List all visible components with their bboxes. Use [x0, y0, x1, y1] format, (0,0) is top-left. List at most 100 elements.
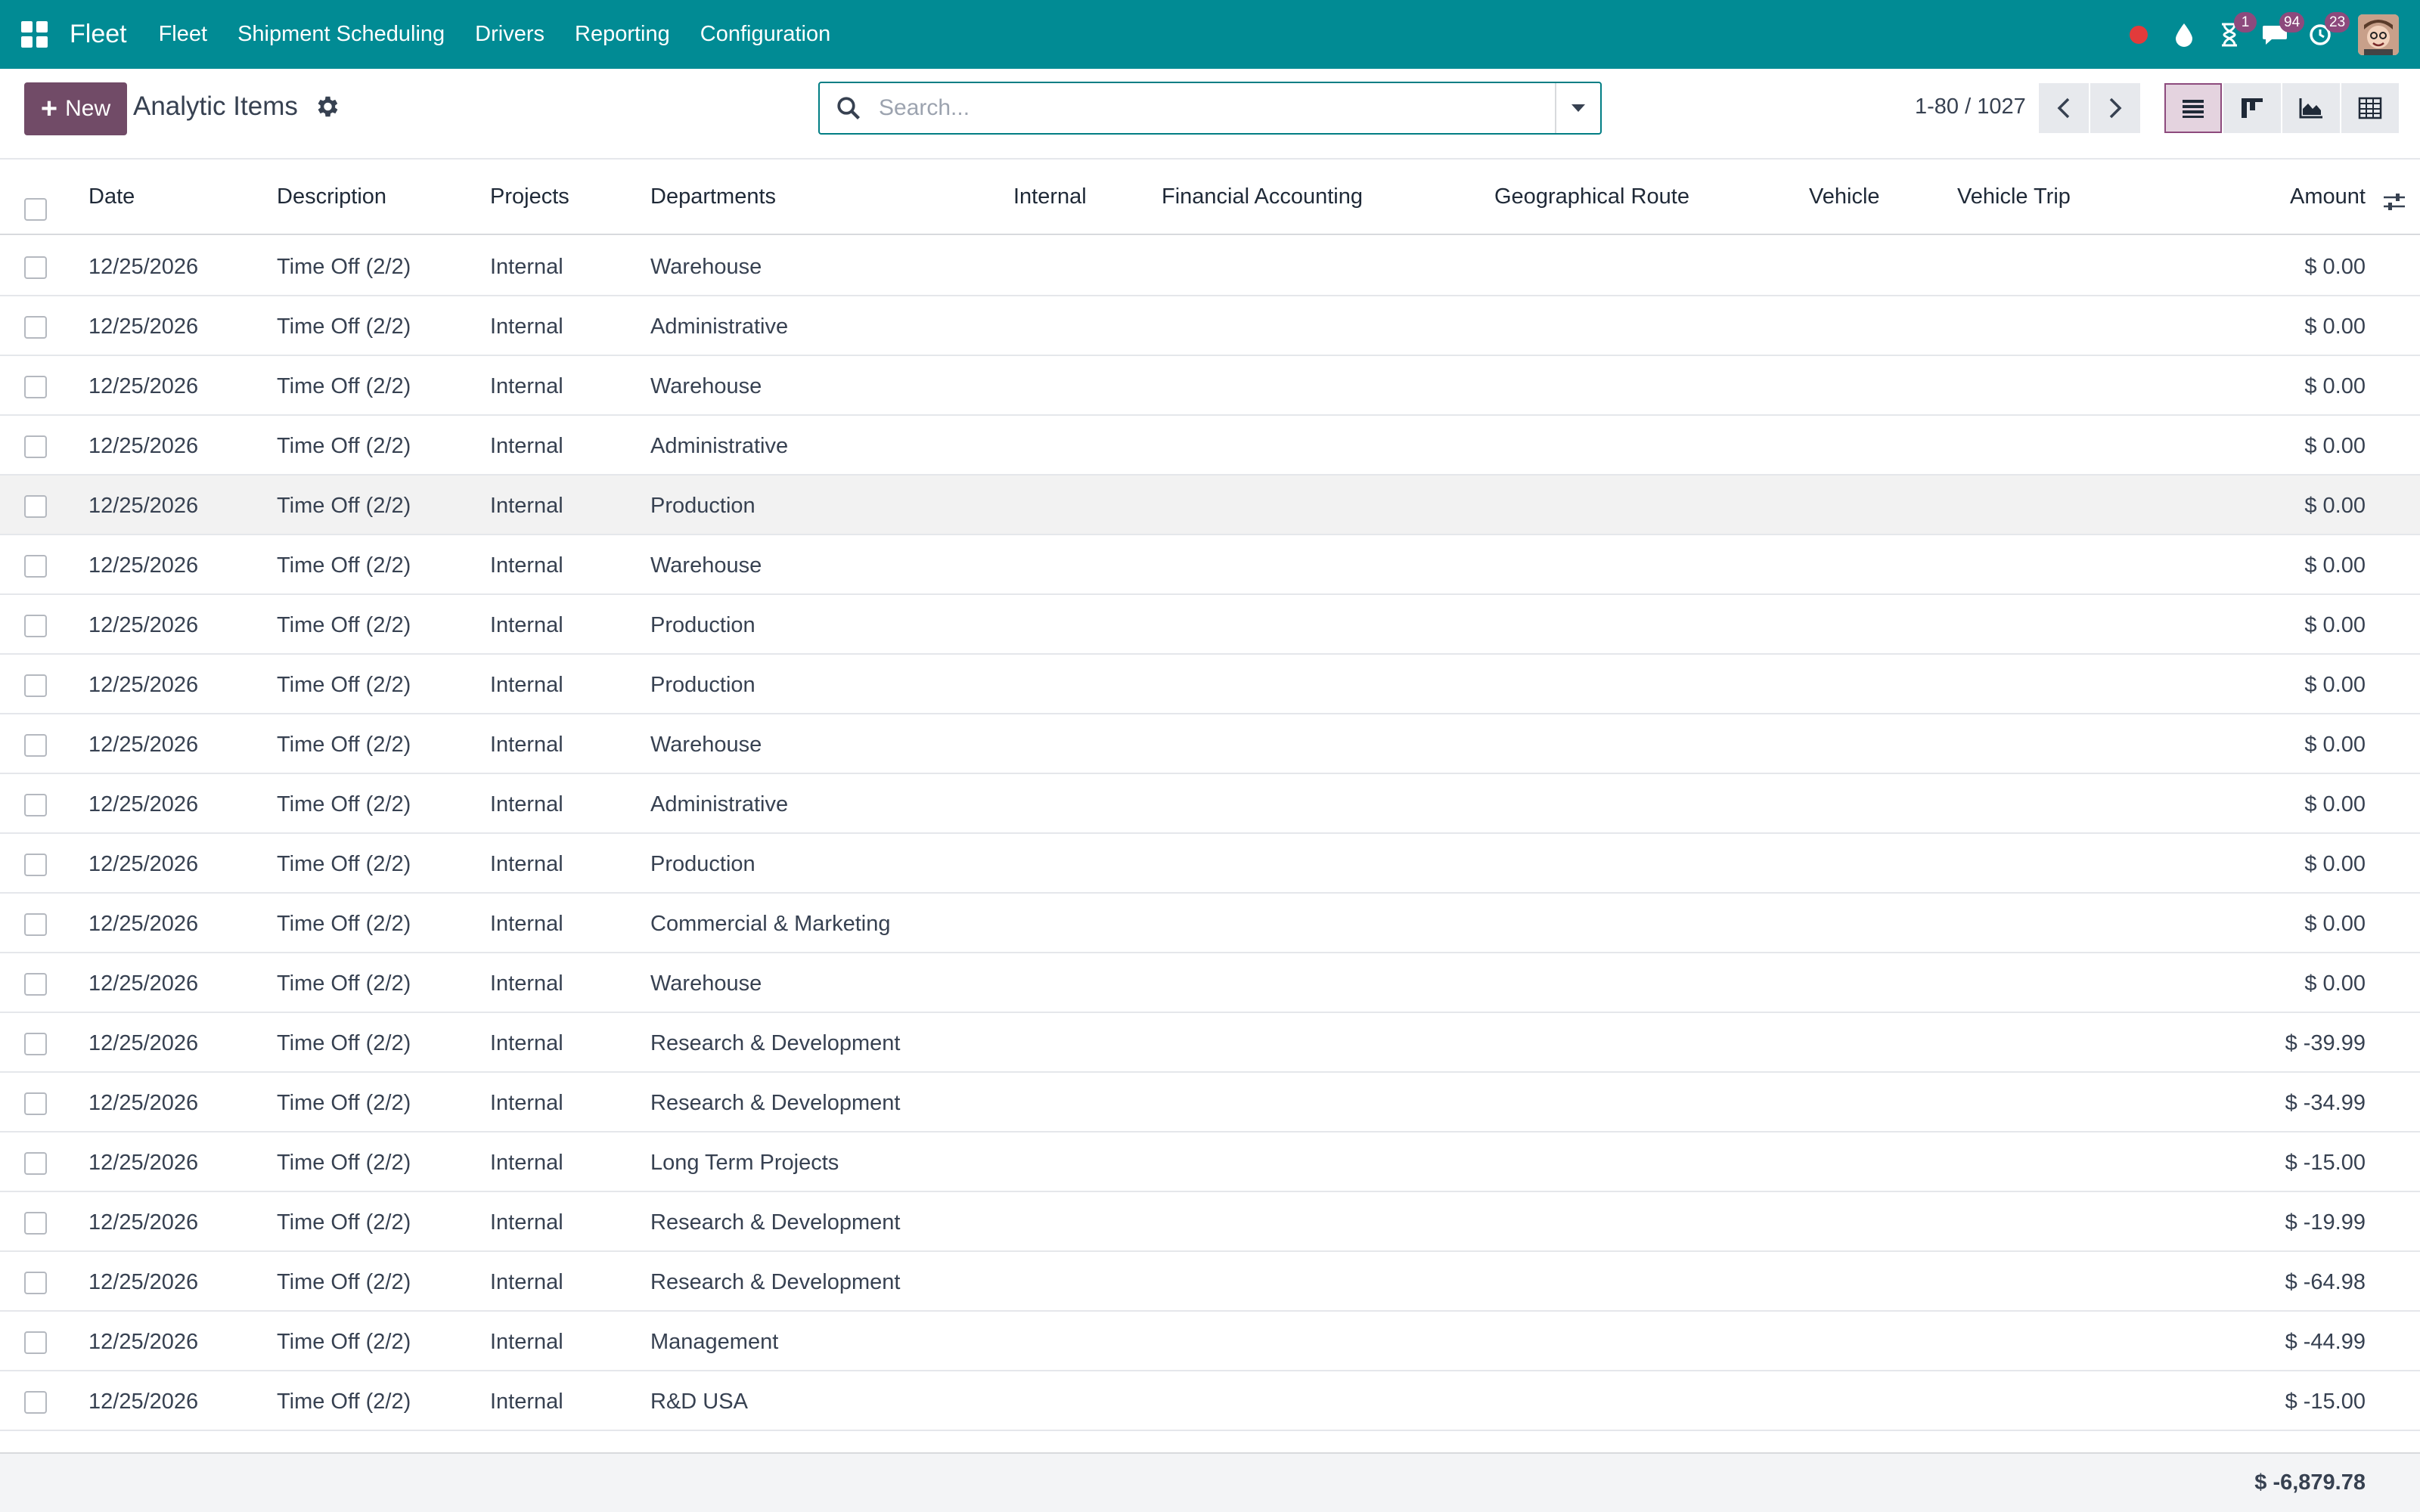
column-geographical-route[interactable]: Geographical Route: [1494, 184, 1689, 209]
row-checkbox[interactable]: [24, 615, 47, 637]
column-projects[interactable]: Projects: [490, 184, 569, 209]
row-checkbox[interactable]: [24, 316, 47, 339]
table-row[interactable]: 12/25/2026 Time Off (2/2) Internal R&D USA $…: [0, 1371, 2420, 1431]
row-checkbox[interactable]: [24, 1272, 47, 1294]
column-vehicle[interactable]: Vehicle: [1809, 184, 1880, 209]
row-checkbox[interactable]: [24, 674, 47, 697]
cell-date: 12/25/2026: [88, 733, 199, 757]
pager-next-button[interactable]: [2090, 83, 2140, 133]
column-financial-accounting[interactable]: Financial Accounting: [1162, 184, 1363, 209]
kanban-view-icon: [2242, 98, 2263, 118]
updates-clock-icon[interactable]: 23: [2297, 0, 2350, 69]
column-date[interactable]: Date: [88, 184, 135, 209]
row-checkbox[interactable]: [24, 256, 47, 279]
row-checkbox[interactable]: [24, 1391, 47, 1414]
menu-drivers[interactable]: Drivers: [460, 22, 560, 47]
table-row[interactable]: 12/25/2026 Time Off (2/2) Internal Warehous…: [0, 356, 2420, 416]
graph-view-button[interactable]: [2282, 83, 2340, 133]
optional-columns-sliders-icon[interactable]: [2382, 191, 2406, 212]
column-description[interactable]: Description: [277, 184, 386, 209]
cell-description: Time Off (2/2): [277, 314, 411, 339]
cell-description: Time Off (2/2): [277, 792, 411, 816]
menu-fleet[interactable]: Fleet: [144, 22, 222, 47]
messages-chat-icon[interactable]: 94: [2252, 0, 2305, 69]
search-input[interactable]: [879, 95, 1544, 121]
select-all-checkbox[interactable]: [24, 198, 47, 221]
pager-previous-button[interactable]: [2039, 83, 2089, 133]
row-checkbox[interactable]: [24, 1033, 47, 1055]
app-brand[interactable]: Fleet: [70, 20, 127, 49]
gear-icon[interactable]: [313, 93, 340, 120]
row-checkbox[interactable]: [24, 734, 47, 757]
droplet-icon[interactable]: [2161, 0, 2207, 69]
cell-amount: $ 0.00: [2304, 494, 2366, 518]
column-amount[interactable]: Amount: [2290, 184, 2366, 209]
new-button[interactable]: + New: [24, 82, 127, 135]
search-bar: [818, 82, 1602, 135]
row-checkbox[interactable]: [24, 1331, 47, 1354]
row-checkbox[interactable]: [24, 1152, 47, 1175]
pivot-view-button[interactable]: [2341, 83, 2399, 133]
table-row[interactable]: 12/25/2026 Time Off (2/2) Internal Producti…: [0, 834, 2420, 894]
cell-amount: $ -15.00: [2285, 1390, 2366, 1414]
table-row[interactable]: 12/25/2026 Time Off (2/2) Internal Producti…: [0, 595, 2420, 655]
table-row[interactable]: 12/25/2026 Time Off (2/2) Internal Warehous…: [0, 535, 2420, 595]
column-vehicle-trip[interactable]: Vehicle Trip: [1957, 184, 2071, 209]
row-checkbox[interactable]: [24, 794, 47, 816]
cell-amount: $ 0.00: [2304, 255, 2366, 279]
menu-shipment-scheduling[interactable]: Shipment Scheduling: [222, 22, 460, 47]
table-row[interactable]: 12/25/2026 Time Off (2/2) Internal Warehous…: [0, 714, 2420, 774]
table-row[interactable]: 12/25/2026 Time Off (2/2) Internal Warehous…: [0, 237, 2420, 296]
cell-project: Internal: [490, 1330, 563, 1354]
cell-description: Time Off (2/2): [277, 673, 411, 697]
cell-project: Internal: [490, 553, 563, 578]
cell-description: Time Off (2/2): [277, 434, 411, 458]
row-checkbox[interactable]: [24, 1212, 47, 1235]
table-row[interactable]: 12/25/2026 Time Off (2/2) Internal Manageme…: [0, 1312, 2420, 1371]
user-avatar[interactable]: [2358, 14, 2399, 55]
table-row[interactable]: 12/25/2026 Time Off (2/2) Internal Administ…: [0, 774, 2420, 834]
cell-project: Internal: [490, 1390, 563, 1414]
table-grid-icon: [2358, 97, 2382, 119]
menu-configuration[interactable]: Configuration: [685, 22, 846, 47]
row-checkbox[interactable]: [24, 1092, 47, 1115]
table-row[interactable]: 12/25/2026 Time Off (2/2) Internal Administ…: [0, 416, 2420, 476]
table-row[interactable]: 12/25/2026 Time Off (2/2) Internal Long Ter…: [0, 1132, 2420, 1192]
column-internal[interactable]: Internal: [1013, 184, 1087, 209]
row-checkbox[interactable]: [24, 973, 47, 996]
apps-menu-icon[interactable]: [21, 20, 48, 48]
row-checkbox[interactable]: [24, 913, 47, 936]
cell-project: Internal: [490, 613, 563, 637]
row-checkbox[interactable]: [24, 376, 47, 398]
cell-date: 12/25/2026: [88, 912, 199, 936]
menu-reporting[interactable]: Reporting: [560, 22, 685, 47]
row-checkbox[interactable]: [24, 854, 47, 876]
column-departments[interactable]: Departments: [650, 184, 776, 209]
status-dot-icon[interactable]: [2116, 0, 2161, 69]
cell-project: Internal: [490, 1210, 563, 1235]
pager-value[interactable]: 1-80 / 1027: [1915, 94, 2026, 119]
table-row[interactable]: 12/25/2026 Time Off (2/2) Internal Research…: [0, 1013, 2420, 1073]
row-checkbox[interactable]: [24, 555, 47, 578]
cell-department: Management: [650, 1330, 779, 1354]
table-row[interactable]: 12/25/2026 Time Off (2/2) Internal Commerci…: [0, 894, 2420, 953]
table-row[interactable]: 12/25/2026 Time Off (2/2) Internal Producti…: [0, 655, 2420, 714]
cell-date: 12/25/2026: [88, 314, 199, 339]
cell-amount: $ 0.00: [2304, 912, 2366, 936]
kanban-view-button[interactable]: [2223, 83, 2281, 133]
list-view-button[interactable]: [2164, 83, 2222, 133]
table-row[interactable]: 12/25/2026 Time Off (2/2) Internal Producti…: [0, 476, 2420, 535]
row-checkbox[interactable]: [24, 495, 47, 518]
search-options-toggle[interactable]: [1555, 83, 1600, 133]
table-row[interactable]: 12/25/2026 Time Off (2/2) Internal Research…: [0, 1073, 2420, 1132]
row-checkbox[interactable]: [24, 435, 47, 458]
table-row[interactable]: 12/25/2026 Time Off (2/2) Internal Warehous…: [0, 953, 2420, 1013]
cell-department: Research & Development: [650, 1210, 901, 1235]
table-header: Date Description Projects Departments In…: [0, 160, 2420, 235]
activities-hourglass-icon[interactable]: 1: [2207, 0, 2257, 69]
table-row[interactable]: 12/25/2026 Time Off (2/2) Internal Administ…: [0, 296, 2420, 356]
table-row[interactable]: 12/25/2026 Time Off (2/2) Internal Research…: [0, 1192, 2420, 1252]
table-row[interactable]: 12/25/2026 Time Off (2/2) Internal Research…: [0, 1252, 2420, 1312]
cell-date: 12/25/2026: [88, 1330, 199, 1354]
cell-description: Time Off (2/2): [277, 553, 411, 578]
